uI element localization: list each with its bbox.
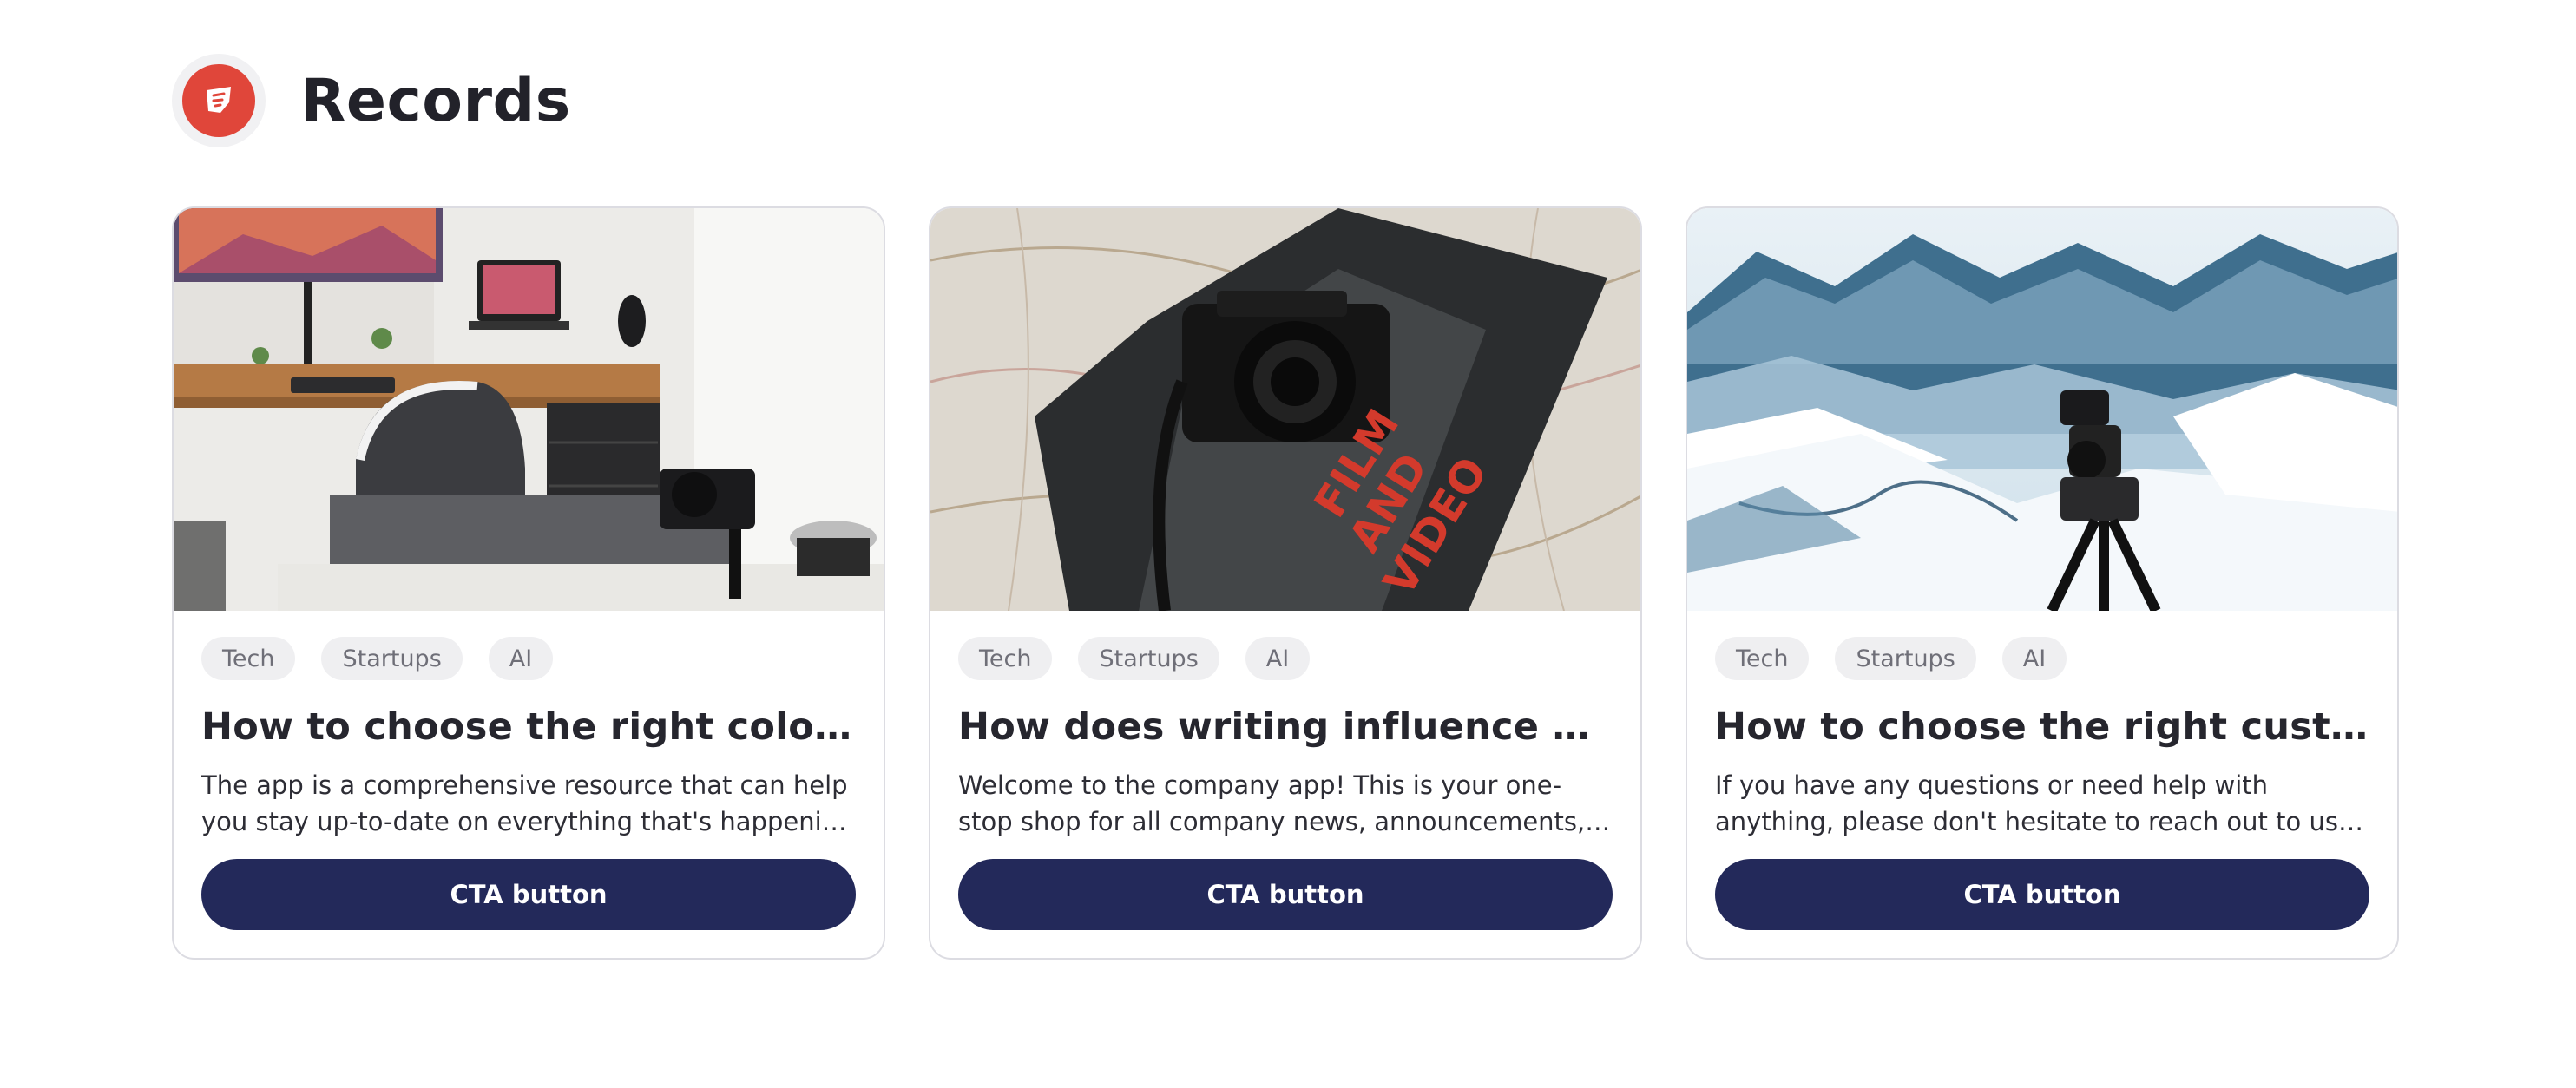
desk-setup-photo — [174, 208, 884, 611]
card-description: The app is a comprehensive resource that… — [201, 770, 854, 836]
card-description: If you have any questions or need help w… — [1715, 770, 2347, 836]
tag-list: Tech Startups AI — [958, 637, 1613, 680]
page-title: Records — [300, 66, 571, 135]
snowy-mountains-photo — [1687, 208, 2397, 611]
cta-button[interactable]: CTA button — [201, 859, 856, 930]
tag-chip[interactable]: AI — [488, 637, 554, 680]
tag-chip[interactable]: Tech — [201, 637, 296, 680]
camera-on-map-photo: FILM AND VIDEO — [930, 208, 1640, 611]
card-description: Welcome to the company app! This is your… — [958, 770, 1586, 836]
tag-chip[interactable]: Tech — [958, 637, 1053, 680]
tag-list: Tech Startups AI — [201, 637, 856, 680]
tag-chip[interactable]: AI — [1245, 637, 1311, 680]
card-title[interactable]: How to choose the right colors when crea… — [201, 701, 856, 753]
tag-chip[interactable]: Startups — [1078, 637, 1219, 680]
cards-grid: Tech Startups AI How to choose the right… — [172, 206, 2399, 960]
tag-chip[interactable]: AI — [2001, 637, 2067, 680]
page-header: Records — [172, 54, 571, 147]
brand-logo[interactable] — [172, 54, 266, 147]
record-card[interactable]: Tech Startups AI How to choose the right… — [1686, 206, 2399, 960]
brand-logo-icon — [182, 64, 255, 137]
tag-chip[interactable]: Startups — [321, 637, 463, 680]
tag-list: Tech Startups AI — [1715, 637, 2369, 680]
tag-chip[interactable]: Startups — [1835, 637, 1976, 680]
cta-button[interactable]: CTA button — [958, 859, 1613, 930]
record-card[interactable]: FILM AND VIDEO Tech Startups AI How does… — [929, 206, 1642, 960]
card-title[interactable]: How does writing influence your personal… — [958, 701, 1613, 753]
card-title[interactable]: How to choose the right customer for you… — [1715, 701, 2369, 753]
tag-chip[interactable]: Tech — [1715, 637, 1810, 680]
record-card[interactable]: Tech Startups AI How to choose the right… — [172, 206, 885, 960]
cta-button[interactable]: CTA button — [1715, 859, 2369, 930]
